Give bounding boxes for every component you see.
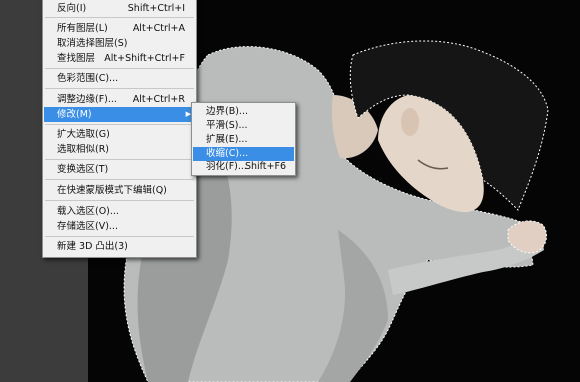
menu-item-similar[interactable]: 选取相似(R) bbox=[44, 142, 195, 157]
menu-item-label: 取消选择图层(S) bbox=[57, 38, 128, 49]
menu-item-label: 修改(M) bbox=[57, 109, 92, 120]
menu-item-load-selection[interactable]: 载入选区(O)... bbox=[44, 204, 195, 219]
menu-item-label: 收缩(C)... bbox=[206, 148, 249, 159]
menu-item-shortcut: Alt+Ctrl+A bbox=[132, 23, 185, 34]
menu-item-label: 调整边缘(F)... bbox=[57, 94, 117, 105]
menu-item-shortcut: Alt+Ctrl+R bbox=[132, 94, 185, 105]
menu-separator bbox=[45, 68, 194, 69]
menu-item-label: 羽化(F)... bbox=[206, 161, 247, 172]
menu-item-refine-edge[interactable]: 调整边缘(F)... Alt+Ctrl+R bbox=[44, 92, 195, 107]
menu-item-label: 所有图层(L) bbox=[57, 23, 108, 34]
menu-item-inverse[interactable]: 反向(I) Shift+Ctrl+I bbox=[44, 1, 195, 16]
menu-item-color-range[interactable]: 色彩范围(C)... bbox=[44, 71, 195, 86]
menu-item-deselect-layers[interactable]: 取消选择图层(S) bbox=[44, 36, 195, 51]
menu-separator bbox=[45, 159, 194, 160]
menu-item-label: 色彩范围(C)... bbox=[57, 73, 119, 84]
menu-item-save-selection[interactable]: 存储选区(V)... bbox=[44, 219, 195, 234]
menu-item-find-layers[interactable]: 查找图层 Alt+Shift+Ctrl+F bbox=[44, 51, 195, 66]
menu-item-quick-mask[interactable]: 在快速蒙版模式下编辑(Q) bbox=[44, 183, 195, 198]
menu-separator bbox=[45, 88, 194, 89]
submenu-item-smooth[interactable]: 平滑(S)... bbox=[193, 119, 294, 133]
menu-item-label: 扩大选取(G) bbox=[57, 129, 110, 140]
menu-item-label: 选取相似(R) bbox=[57, 144, 110, 155]
menu-item-new-3d-extrusion[interactable]: 新建 3D 凸出(3) bbox=[44, 239, 195, 254]
menu-item-shortcut: Shift+F6 bbox=[244, 161, 286, 172]
menu-item-transform-selection[interactable]: 变换选区(T) bbox=[44, 162, 195, 177]
menu-item-shortcut: Shift+Ctrl+I bbox=[127, 3, 185, 14]
menu-separator bbox=[45, 236, 194, 237]
menu-item-grow[interactable]: 扩大选取(G) bbox=[44, 127, 195, 142]
menu-item-label: 存储选区(V)... bbox=[57, 221, 118, 232]
menu-item-label: 平滑(S)... bbox=[206, 120, 248, 131]
menu-item-label: 载入选区(O)... bbox=[57, 206, 119, 217]
menu-item-label: 边界(B)... bbox=[206, 106, 248, 117]
submenu-item-border[interactable]: 边界(B)... bbox=[193, 105, 294, 119]
submenu-item-contract[interactable]: 收缩(C)... bbox=[193, 147, 294, 161]
submenu-item-expand[interactable]: 扩展(E)... bbox=[193, 133, 294, 147]
menu-separator bbox=[45, 17, 194, 18]
menu-item-label: 查找图层 bbox=[57, 53, 96, 64]
submenu-item-feather[interactable]: 羽化(F)... Shift+F6 bbox=[193, 160, 294, 174]
menu-item-label: 新建 3D 凸出(3) bbox=[57, 241, 128, 252]
modify-submenu: 边界(B)... 平滑(S)... 扩展(E)... 收缩(C)... 羽化(F… bbox=[191, 102, 296, 176]
menu-separator bbox=[45, 179, 194, 180]
menu-item-modify[interactable]: 修改(M) ▶ bbox=[44, 107, 195, 122]
select-menu: 反向(I) Shift+Ctrl+I 所有图层(L) Alt+Ctrl+A 取消… bbox=[42, 0, 197, 258]
menu-item-all-layers[interactable]: 所有图层(L) Alt+Ctrl+A bbox=[44, 21, 195, 36]
menu-separator bbox=[45, 124, 194, 125]
menu-item-label: 在快速蒙版模式下编辑(Q) bbox=[57, 185, 167, 196]
menu-item-label: 扩展(E)... bbox=[206, 134, 248, 145]
menu-separator bbox=[45, 200, 194, 201]
menu-item-shortcut: Alt+Shift+Ctrl+F bbox=[104, 53, 185, 64]
menu-item-label: 变换选区(T) bbox=[57, 164, 109, 175]
menu-item-label: 反向(I) bbox=[57, 3, 87, 14]
